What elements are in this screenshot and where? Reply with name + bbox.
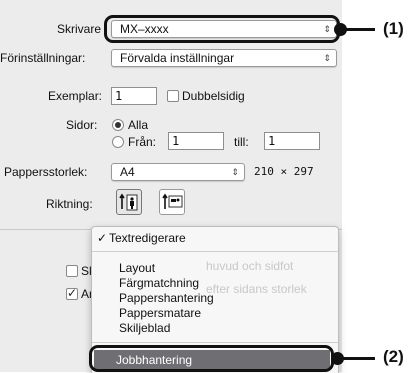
- portrait-button[interactable]: [116, 189, 142, 215]
- landscape-button[interactable]: [159, 189, 185, 215]
- ghost-scale-text: efter sidans storlek: [206, 282, 307, 296]
- orientation-label: Riktning:: [46, 197, 93, 211]
- ghost-header-footer-text: huvud och sidfot: [206, 259, 294, 273]
- menu-item-paper-feed[interactable]: Pappersmatare: [119, 306, 201, 320]
- copies-label: Exemplar:: [48, 89, 103, 103]
- callout-box-1: [104, 15, 340, 43]
- menu-item-color-matching[interactable]: Färgmatchning: [119, 276, 199, 290]
- scale-to-fit-checkbox[interactable]: [66, 286, 78, 300]
- popup-arrows-icon: ⇕: [323, 53, 331, 63]
- paper-size-label: Pappersstorlek:: [4, 165, 88, 179]
- callout-label-1: (1): [383, 19, 404, 38]
- presets-label: Förinställningar:: [0, 51, 86, 65]
- pages-range-radio[interactable]: [112, 136, 124, 148]
- duplex-label: Dubbelsidig: [182, 89, 245, 103]
- callout-label-2: (2): [383, 347, 404, 366]
- menu-separator: [92, 251, 338, 252]
- pages-all-radio[interactable]: [112, 119, 124, 131]
- pages-label: Sidor:: [66, 118, 98, 132]
- menu-item-separator-sheets[interactable]: Skiljeblad: [119, 321, 170, 335]
- menu-separator: [92, 342, 338, 343]
- menu-item-paper-handling[interactable]: Pappershantering: [119, 291, 214, 305]
- popup-arrows-icon: ⇕: [231, 167, 239, 177]
- printer-label: Skrivare: [57, 22, 102, 36]
- pages-from-field[interactable]: 1: [168, 132, 224, 150]
- landscape-icon: [162, 193, 183, 209]
- checkmark-icon: ✓: [97, 231, 108, 245]
- menu-item-layout[interactable]: Layout: [119, 261, 155, 275]
- pages-from-label: Från:: [128, 135, 157, 149]
- pages-to-field[interactable]: 1: [264, 132, 320, 150]
- callout-line-1: [345, 28, 375, 31]
- presets-popup[interactable]: Förvalda inställningar ⇕: [111, 49, 337, 67]
- paper-size-value: A4: [120, 165, 135, 179]
- header-footer-checkbox[interactable]: [66, 265, 78, 277]
- pages-to-label: till:: [234, 135, 249, 149]
- paper-dimensions: 210 × 297: [254, 165, 314, 178]
- portrait-icon: [119, 193, 138, 211]
- pages-all-label: Alla: [128, 118, 149, 132]
- copies-field[interactable]: 1: [111, 87, 157, 105]
- paper-size-popup[interactable]: A4 ⇕: [111, 163, 245, 181]
- callout-box-2: [89, 345, 334, 372]
- duplex-checkbox[interactable]: [167, 90, 179, 102]
- menu-item-textredigerare[interactable]: Textredigerare: [109, 231, 186, 245]
- callout-line-2: [342, 357, 375, 360]
- presets-value: Förvalda inställningar: [120, 51, 235, 65]
